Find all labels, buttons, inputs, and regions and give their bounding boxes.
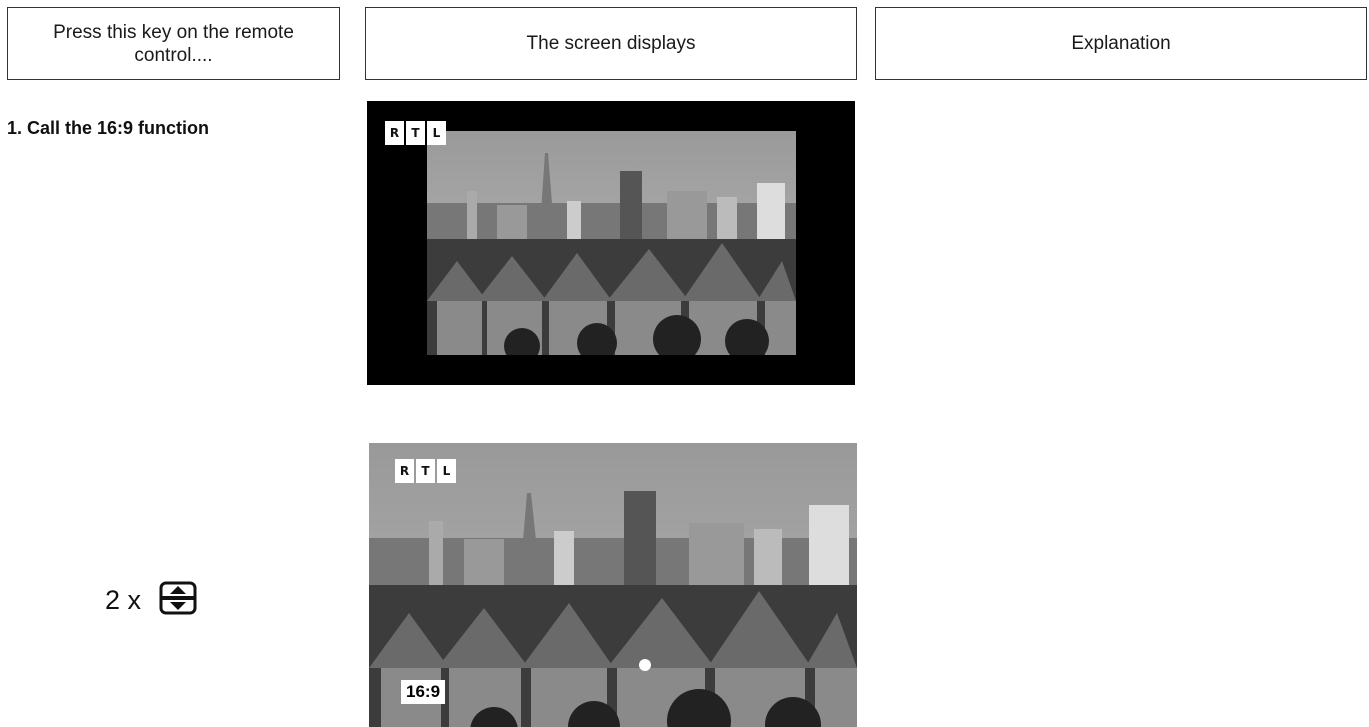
key-press-instruction: 2 x (105, 580, 197, 621)
logo-letter-l: L (427, 121, 446, 145)
header-explanation: Explanation (875, 7, 1367, 80)
header-press-key: Press this key on the remote control.... (7, 7, 340, 80)
channel-logo: R T L (385, 121, 446, 145)
aspect-ratio-badge: 16:9 (401, 680, 446, 704)
step-title: 1. Call the 16:9 function (7, 118, 210, 138)
logo-letter-t: T (416, 459, 435, 483)
tv-screen-fullscreen: R T L 16:9 (369, 443, 857, 727)
header-screen-displays: The screen displays (365, 7, 857, 80)
logo-letter-r: R (385, 121, 404, 145)
channel-logo: R T L (395, 459, 456, 483)
key-press-count: 2 x (105, 585, 142, 615)
logo-letter-r: R (395, 459, 414, 483)
city-skyline-image (427, 131, 796, 364)
tv-screen-letterbox: R T L (367, 101, 855, 385)
logo-letter-t: T (406, 121, 425, 145)
logo-letter-l: L (437, 459, 456, 483)
zoom-format-icon (159, 580, 197, 621)
